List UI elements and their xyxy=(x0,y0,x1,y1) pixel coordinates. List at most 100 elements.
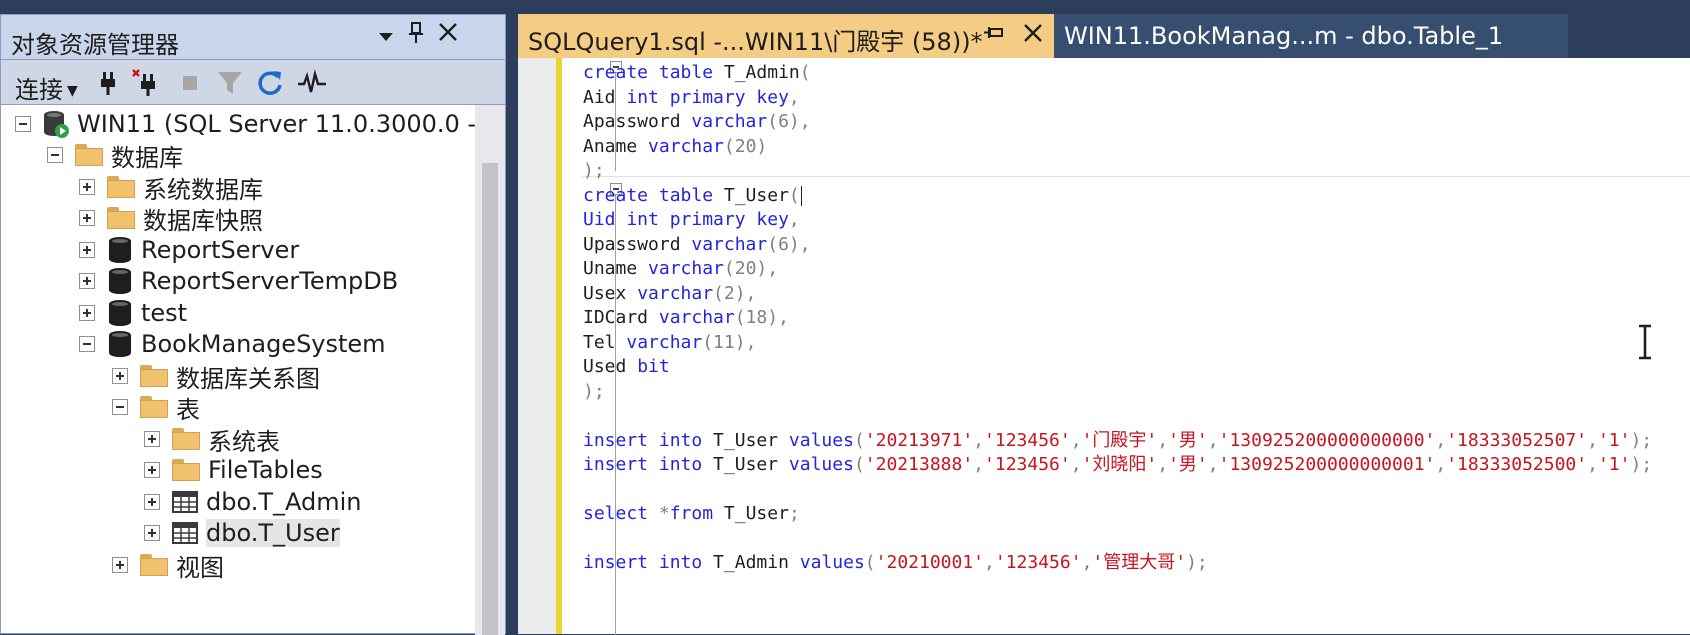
disconnect-icon[interactable] xyxy=(131,68,161,98)
code-token: from xyxy=(669,503,714,524)
tree-node-reportservertempdb[interactable]: ReportServerTempDB xyxy=(79,264,398,298)
tab-sqlquery1[interactable]: SQLQuery1.sql -...WIN11\门殿宇 (58))* xyxy=(518,14,1054,58)
expand-icon[interactable] xyxy=(112,368,128,384)
tree-node-test[interactable]: test xyxy=(79,296,187,330)
tree-node-views[interactable]: 视图 xyxy=(112,548,224,582)
activity-monitor-icon[interactable] xyxy=(297,68,327,98)
expand-icon[interactable] xyxy=(79,210,95,226)
scrollbar-thumb[interactable] xyxy=(482,163,498,635)
code-token: , xyxy=(1207,454,1219,475)
close-tab-button[interactable] xyxy=(1018,20,1048,50)
expand-icon[interactable] xyxy=(144,431,160,447)
code-line[interactable]: Uname varchar(20), xyxy=(583,256,778,282)
tree-node-t-admin[interactable]: dbo.T_Admin xyxy=(144,485,362,519)
code-token: create table xyxy=(583,62,714,83)
code-line[interactable]: Uid int primary key, xyxy=(583,207,800,233)
code-line[interactable]: insert into T_Admin values('20210001','1… xyxy=(583,550,1208,576)
code-token: (11), xyxy=(702,331,757,353)
code-token: insert into xyxy=(583,454,703,475)
connect-plug-icon[interactable] xyxy=(93,68,123,98)
code-line[interactable]: Tel varchar(11), xyxy=(583,330,756,356)
code-area[interactable]: create table T_Admin(Aid int primary key… xyxy=(583,58,1683,634)
code-token: Aid xyxy=(583,86,627,108)
expand-icon[interactable] xyxy=(79,179,95,195)
collapse-icon[interactable] xyxy=(47,147,63,163)
sql-editor[interactable]: create table T_Admin(Aid int primary key… xyxy=(518,58,1690,635)
chevron-down-icon: ▼ xyxy=(67,83,78,99)
code-token: varchar xyxy=(648,135,724,157)
collapse-icon[interactable] xyxy=(15,116,31,132)
code-token: ); xyxy=(1630,454,1653,475)
code-token: (20) xyxy=(723,135,768,157)
tree-node-t-user[interactable]: dbo.T_User xyxy=(144,516,340,550)
code-line[interactable]: select *from T_User; xyxy=(583,501,800,527)
code-token: , xyxy=(788,209,800,230)
code-line[interactable]: Aid int primary key, xyxy=(583,85,800,111)
tree-node-tables[interactable]: 表 xyxy=(112,390,200,424)
tree-node-label: 系统表 xyxy=(208,427,280,456)
code-line[interactable]: Apassword varchar(6), xyxy=(583,109,811,135)
stop-icon[interactable] xyxy=(175,68,205,98)
tree-node-server[interactable]: WIN11 (SQL Server 11.0.3000.0 - W xyxy=(15,107,475,141)
folder-icon xyxy=(140,365,168,387)
code-token: '20213971' xyxy=(864,429,974,451)
tree-node-bookmanagesystem[interactable]: BookManageSystem xyxy=(79,327,386,361)
filter-icon[interactable] xyxy=(215,68,245,98)
tab-label: WIN11.BookManag...m - dbo.Table_1 xyxy=(1064,22,1504,50)
collapse-icon[interactable] xyxy=(112,399,128,415)
code-token: , xyxy=(1070,429,1082,451)
code-line[interactable]: Upassword varchar(6), xyxy=(583,232,811,258)
code-line[interactable]: create table T_Admin( xyxy=(583,60,811,86)
tree-node-database-diagrams[interactable]: 数据库关系图 xyxy=(112,359,320,393)
expand-icon[interactable] xyxy=(112,557,128,573)
tab-table-1[interactable]: WIN11.BookManag...m - dbo.Table_1 xyxy=(1054,14,1568,58)
tree-node-filetables[interactable]: FileTables xyxy=(144,453,323,487)
code-token: select xyxy=(583,503,649,524)
code-token: varchar xyxy=(691,233,768,255)
code-line[interactable]: Usex varchar(2), xyxy=(583,281,756,307)
database-icon xyxy=(109,237,131,263)
connect-button[interactable]: 连接 ▼ xyxy=(15,70,78,105)
tree-node-database-snapshots[interactable]: 数据库快照 xyxy=(79,201,263,235)
tree-node-reportserver[interactable]: ReportServer xyxy=(79,233,299,267)
code-token: T_User xyxy=(713,184,789,206)
code-token: create table xyxy=(583,184,714,206)
tree-node-databases[interactable]: 数据库 xyxy=(47,138,183,172)
tree-node-system-databases[interactable]: 系统数据库 xyxy=(79,170,263,204)
code-line[interactable]: IDCard varchar(18), xyxy=(583,305,789,331)
tree-node-label: dbo.T_User xyxy=(206,519,340,547)
code-line[interactable]: create table T_User( xyxy=(583,183,802,209)
expand-icon[interactable] xyxy=(144,525,160,541)
server-icon xyxy=(44,111,69,138)
code-token: (18), xyxy=(734,307,789,328)
tree-scrollbar[interactable] xyxy=(475,105,505,635)
expand-icon[interactable] xyxy=(144,462,160,478)
dropdown-arrow-icon[interactable] xyxy=(371,21,401,51)
code-line[interactable]: ); xyxy=(583,379,605,405)
code-token: , xyxy=(1587,429,1598,451)
code-line[interactable]: insert into T_User values('20213888','12… xyxy=(583,452,1652,478)
code-token: varchar xyxy=(658,307,735,328)
code-line[interactable]: ); xyxy=(583,158,605,184)
expand-icon[interactable] xyxy=(79,242,95,258)
refresh-icon[interactable] xyxy=(255,68,285,98)
pin-icon[interactable] xyxy=(401,21,431,51)
code-line[interactable]: insert into T_User values('20213971','12… xyxy=(583,428,1652,454)
code-token: Uname xyxy=(583,258,649,279)
code-token: Usex xyxy=(583,282,638,304)
code-token: int primary key xyxy=(626,86,789,108)
expand-icon[interactable] xyxy=(79,273,95,289)
expand-icon[interactable] xyxy=(79,305,95,321)
tree-node-system-tables[interactable]: 系统表 xyxy=(144,422,280,456)
tab-label: SQLQuery1.sql -...WIN11\门殿宇 (58))* xyxy=(528,28,983,56)
code-line[interactable]: Used bit xyxy=(583,354,670,380)
tree-node-label: ReportServerTempDB xyxy=(141,267,399,295)
collapse-icon[interactable] xyxy=(79,336,95,352)
database-icon xyxy=(109,331,131,357)
code-token: , xyxy=(1207,429,1219,451)
code-token: varchar xyxy=(648,258,724,279)
close-icon[interactable] xyxy=(433,21,463,51)
code-line[interactable]: Aname varchar(20) xyxy=(583,134,767,160)
pin-icon[interactable] xyxy=(984,25,1004,47)
expand-icon[interactable] xyxy=(144,494,160,510)
